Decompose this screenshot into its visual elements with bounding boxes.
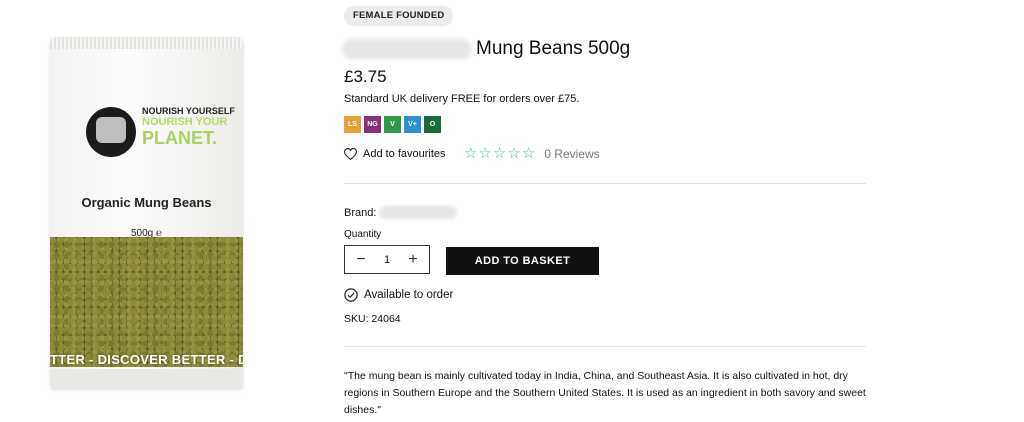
- star-outline-icon: ☆: [478, 145, 492, 162]
- product-bag: NOURISH YOURSELF NOURISH YOUR PLANET. Or…: [50, 37, 243, 389]
- bag-seal: [50, 37, 243, 49]
- diet-badge-o[interactable]: O: [424, 116, 441, 133]
- add-to-basket-button[interactable]: ADD TO BASKET: [446, 247, 599, 275]
- product-price: £3.75: [344, 67, 387, 86]
- brand-value-redacted[interactable]: [379, 206, 458, 219]
- star-outline-icon: ☆: [464, 145, 478, 162]
- star-outline-icon: ☆: [507, 145, 521, 162]
- brand-name-redacted: [342, 39, 472, 59]
- product-image[interactable]: NOURISH YOURSELF NOURISH YOUR PLANET. Or…: [32, 22, 262, 402]
- rating-stars: ☆ ☆ ☆ ☆ ☆: [464, 146, 536, 162]
- check-circle-icon: [344, 288, 358, 302]
- product-description: "The mung bean is mainly cultivated toda…: [344, 370, 866, 416]
- reviews-count[interactable]: 0 Reviews: [544, 147, 599, 161]
- diet-badge-v-plus[interactable]: V+: [404, 116, 421, 133]
- add-to-favourites-button[interactable]: Add to favourites: [344, 148, 446, 160]
- bag-window-logo: [86, 107, 136, 157]
- sku: SKU: 24064: [344, 313, 401, 325]
- bag-band-text: TTER - DISCOVER BETTER - DISC: [50, 352, 243, 367]
- diet-badge-v[interactable]: V: [384, 116, 401, 133]
- bag-title: Organic Mung Beans: [81, 195, 212, 210]
- delivery-info: Standard UK delivery FREE for orders ove…: [344, 93, 580, 105]
- increase-quantity-button[interactable]: +: [407, 251, 419, 268]
- brand-row: Brand:: [344, 206, 458, 219]
- star-outline-icon: ☆: [492, 145, 507, 162]
- star-outline-icon: ☆: [521, 145, 536, 162]
- quantity-stepper: − 1 +: [344, 245, 430, 274]
- availability-text: Available to order: [364, 289, 454, 301]
- bag-bottom: [50, 369, 243, 389]
- decrease-quantity-button[interactable]: −: [355, 251, 367, 268]
- product-title: Mung Beans 500g: [476, 38, 631, 59]
- female-founded-tag: FEMALE FOUNDED: [344, 6, 454, 26]
- divider: [344, 346, 866, 347]
- bag-logo-text: NOURISH YOURSELF NOURISH YOUR PLANET.: [142, 106, 237, 148]
- quantity-input[interactable]: 1: [384, 254, 390, 266]
- bag-logo-line2: NOURISH YOUR: [142, 116, 228, 128]
- divider: [344, 183, 866, 184]
- diet-badges: LS NG V V+ O: [344, 116, 441, 133]
- quantity-label: Quantity: [344, 229, 382, 240]
- favourites-label: Add to favourites: [363, 148, 446, 160]
- rating[interactable]: ☆ ☆ ☆ ☆ ☆ 0 Reviews: [464, 146, 600, 162]
- bag-beans-window: [50, 237, 243, 367]
- availability: Available to order: [344, 288, 453, 302]
- diet-badge-ls[interactable]: LS: [344, 116, 361, 133]
- brand-label: Brand:: [344, 206, 377, 219]
- bag-logo-line3: PLANET.: [142, 128, 218, 148]
- product-title-row: Mung Beans 500g: [342, 37, 630, 61]
- heart-outline-icon: [344, 148, 357, 160]
- diet-badge-ng[interactable]: NG: [364, 116, 381, 133]
